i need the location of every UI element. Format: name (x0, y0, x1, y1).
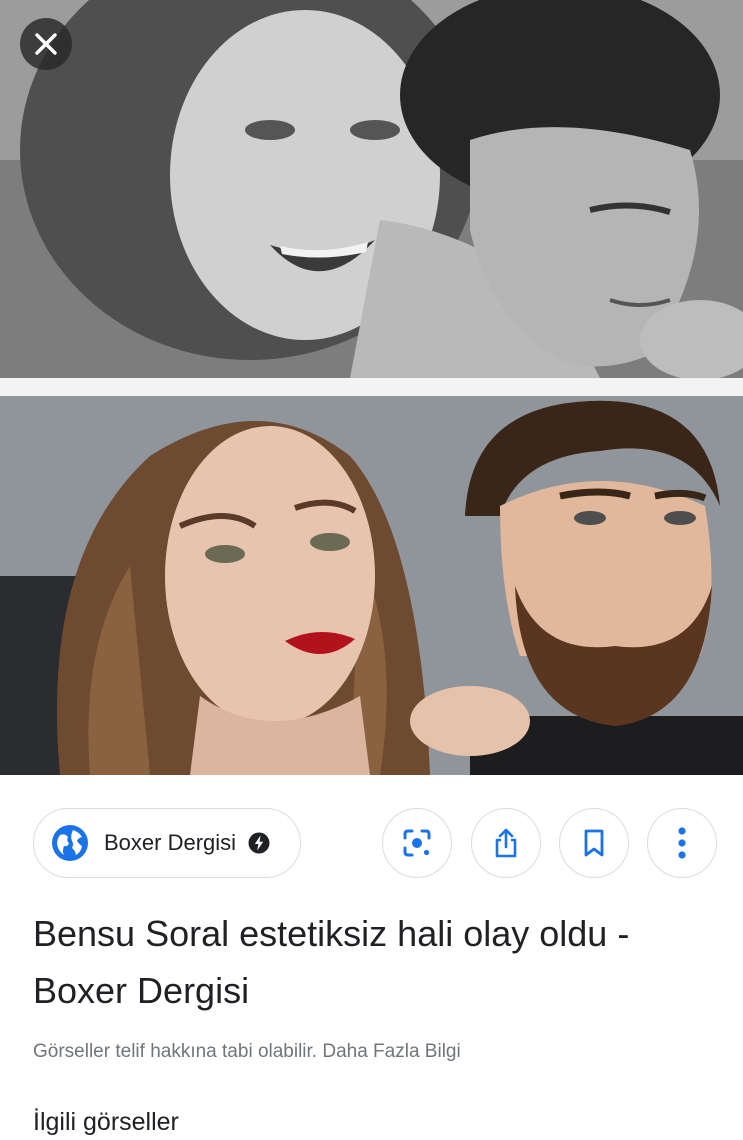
more-options-button[interactable] (647, 808, 717, 878)
photo-bottom-color (0, 396, 743, 775)
result-title[interactable]: Bensu Soral estetiksiz hali olay oldu - … (33, 905, 723, 1019)
save-button[interactable] (559, 808, 629, 878)
globe-icon (52, 825, 88, 861)
photo-top-grayscale (0, 0, 743, 378)
amp-lightning-icon (248, 832, 270, 854)
source-chip[interactable]: Boxer Dergisi (33, 808, 301, 878)
copyright-notice[interactable]: Görseller telif hakkına tabi olabilir. D… (33, 1041, 461, 1063)
close-icon (35, 33, 57, 55)
image-preview[interactable] (0, 0, 743, 775)
share-button[interactable] (471, 808, 541, 878)
close-button[interactable] (20, 18, 72, 70)
lens-icon (403, 829, 431, 857)
bookmark-icon (584, 829, 604, 857)
photo-divider (0, 378, 743, 396)
more-vert-icon (678, 827, 686, 859)
source-name: Boxer Dergisi (104, 830, 237, 855)
lens-button[interactable] (382, 808, 452, 878)
related-images-heading: İlgili görseller (33, 1108, 179, 1136)
share-icon (495, 828, 517, 858)
